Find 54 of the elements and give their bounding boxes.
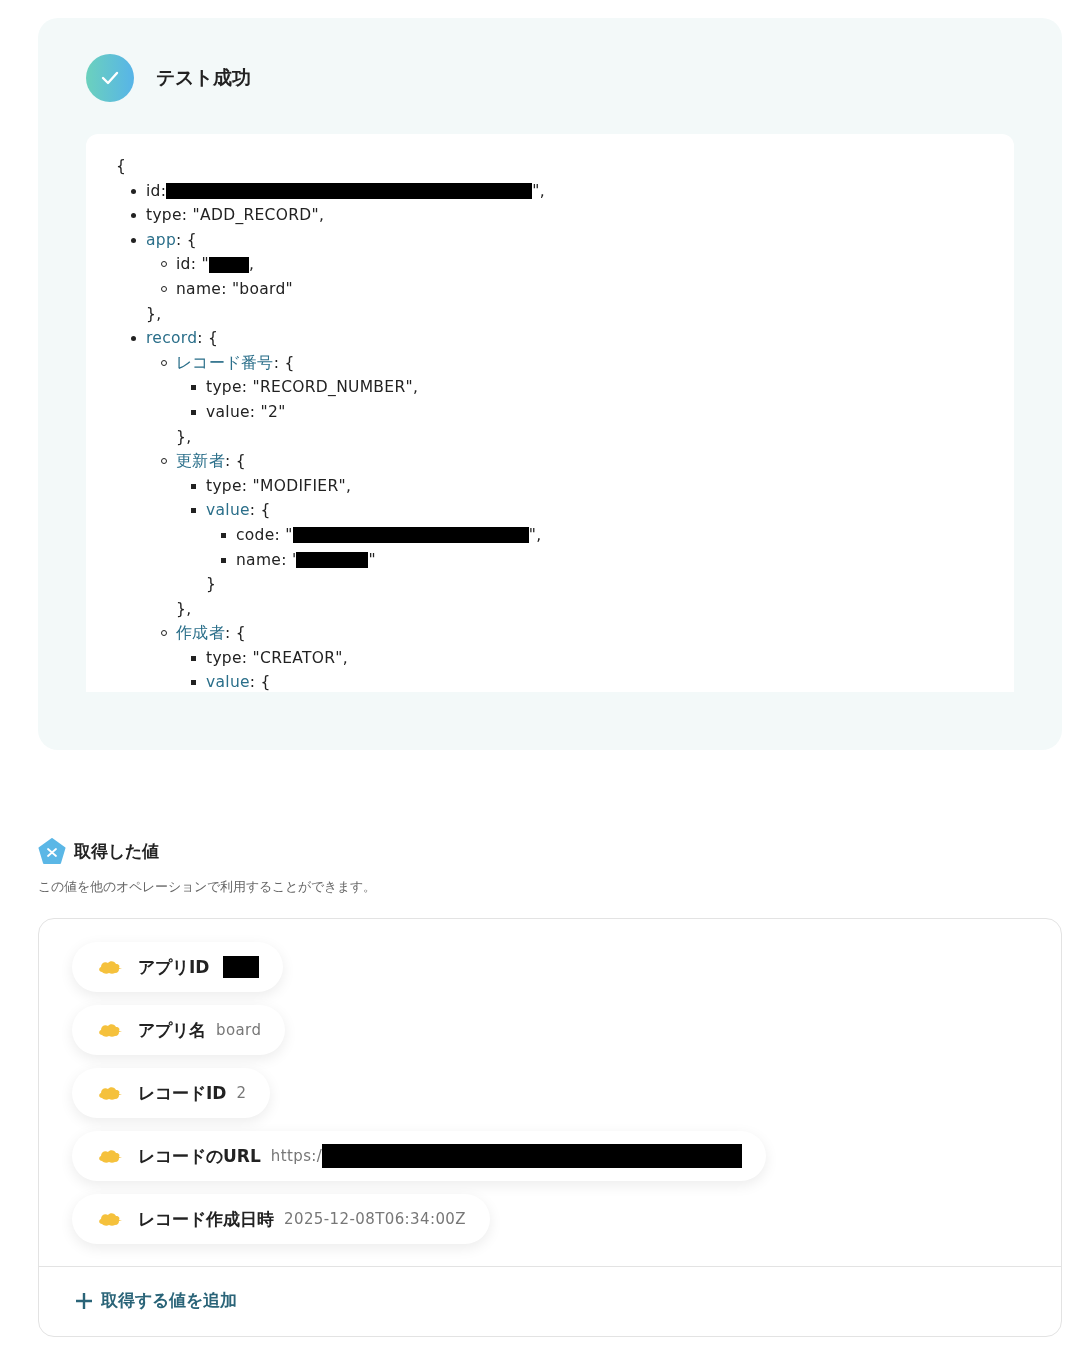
bullet-icon <box>221 532 226 538</box>
result-title: テスト成功 <box>156 65 251 90</box>
bullet-icon <box>191 385 196 391</box>
code-line: , <box>248 254 255 276</box>
code-line: " <box>368 549 376 571</box>
code-line: } <box>206 574 218 596</box>
code-line: type: "ADD_RECORD", <box>146 205 325 227</box>
code-line: 更新者: { <box>176 451 246 473</box>
code-line: name: "board" <box>176 278 294 300</box>
code-line: id: <box>146 180 167 202</box>
code-line: ", <box>532 180 545 202</box>
pentagon-icon <box>38 838 66 865</box>
code-line: }, <box>176 598 193 620</box>
code-line: type: "MODIFIER", <box>206 475 352 497</box>
code-line: record: { <box>146 328 219 350</box>
value-chip[interactable]: レコードID 2 <box>72 1068 271 1118</box>
bullet-icon <box>191 655 196 661</box>
code-line: 作成者: { <box>176 623 246 645</box>
code-line: value: "2" <box>206 401 286 423</box>
cloud-icon <box>98 1084 122 1102</box>
cloud-icon <box>98 1147 122 1165</box>
plus-icon <box>75 1291 93 1310</box>
code-line: ", <box>528 524 542 546</box>
code-line: app: { <box>146 229 197 251</box>
section-title: 取得した値 <box>74 840 159 863</box>
code-line: type: "CREATOR", <box>206 647 348 669</box>
bullet-icon <box>191 680 196 686</box>
code-line: }, <box>146 303 163 325</box>
code-line: レコード番号: { <box>176 352 295 374</box>
cloud-icon <box>98 1210 122 1228</box>
code-line: { <box>116 156 127 177</box>
value-chip[interactable]: レコード作成日時 2025-12-08T06:34:00Z <box>72 1194 490 1244</box>
bullet-icon <box>191 483 196 489</box>
code-line: id: " <box>176 254 209 276</box>
cloud-icon <box>98 1021 122 1039</box>
bullet-icon <box>131 237 136 243</box>
code-line: }, <box>176 426 193 448</box>
bullet-icon <box>131 336 136 342</box>
bullet-icon <box>191 508 196 514</box>
code-line: value: { <box>206 672 271 692</box>
value-chip[interactable]: レコードのURL https:/ <box>72 1131 767 1181</box>
bullet-icon <box>221 557 226 563</box>
section-description: この値を他のオペレーションで利用することができます。 <box>38 879 377 896</box>
cloud-icon <box>98 958 122 976</box>
code-line: type: "RECORD_NUMBER", <box>206 377 419 399</box>
bullet-icon <box>131 213 136 219</box>
code-line: code: " <box>236 524 293 546</box>
bullet-icon <box>191 409 196 415</box>
code-line: name: ' <box>236 549 297 571</box>
value-chip[interactable]: アプリ名 board <box>72 1005 286 1055</box>
value-chip[interactable]: アプリID <box>72 942 284 992</box>
add-value-button[interactable]: 取得する値を追加 <box>75 1289 237 1312</box>
code-line: value: { <box>206 500 271 522</box>
bullet-icon <box>131 188 136 194</box>
